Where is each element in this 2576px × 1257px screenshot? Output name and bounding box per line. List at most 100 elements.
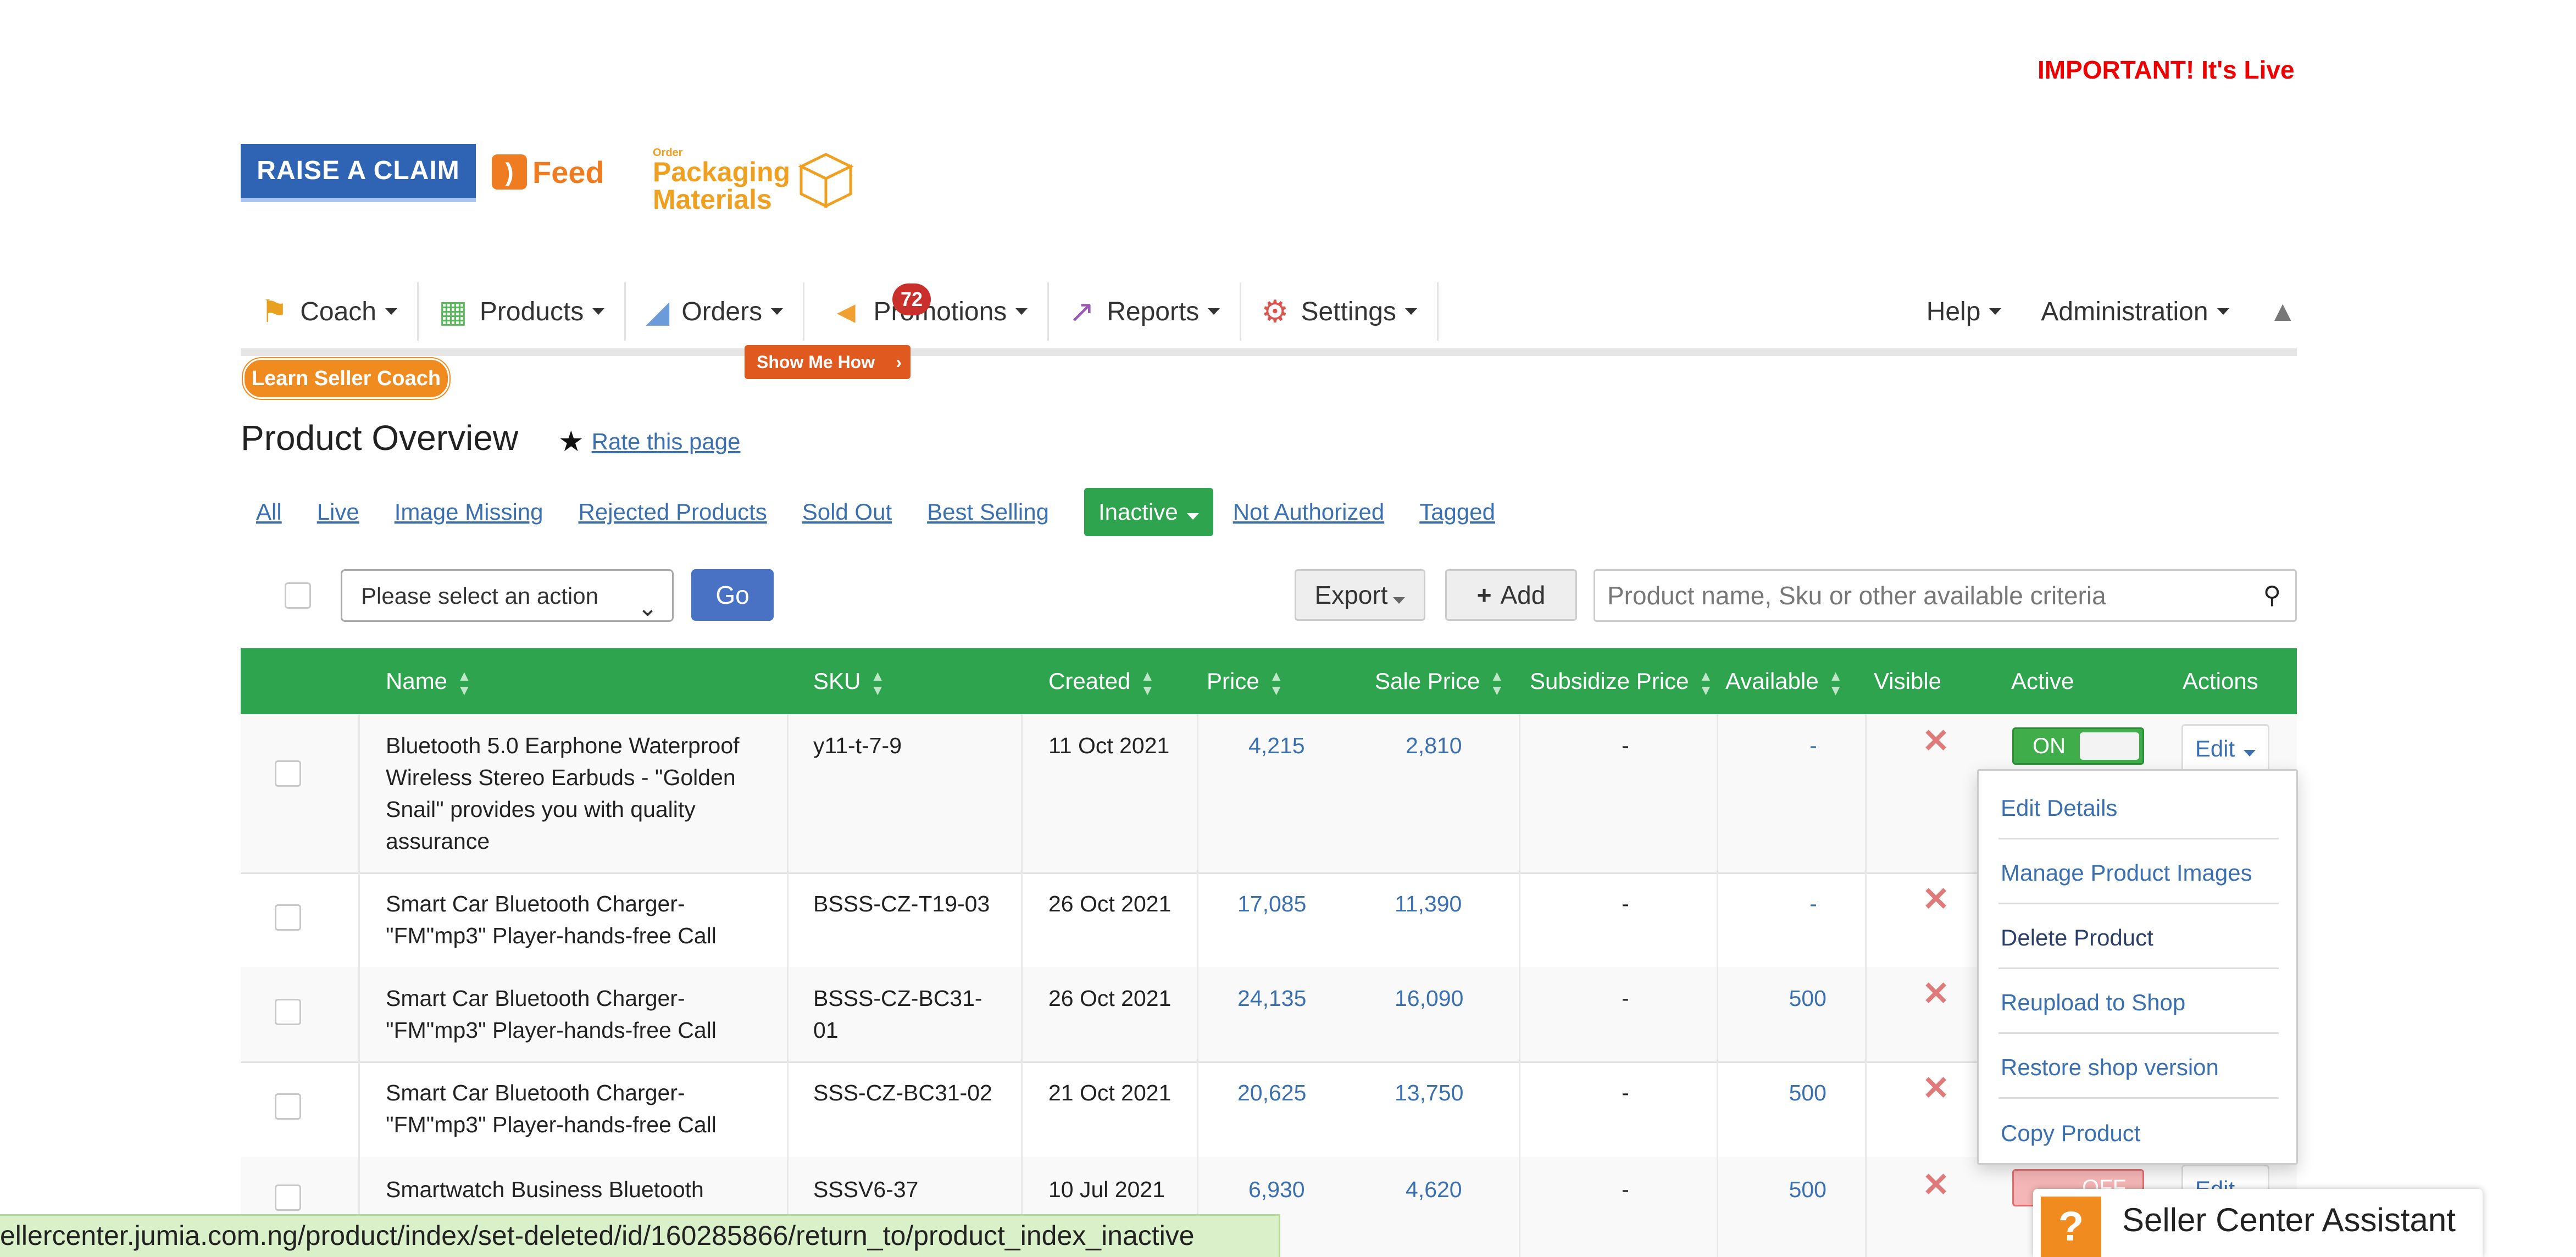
tag-icon: ◢	[646, 294, 670, 329]
available[interactable]: -	[1802, 730, 1824, 761]
main-nav: ⚑ Coach ▦ Products ◢ Orders ◄ Promotions…	[241, 282, 2297, 341]
row-checkbox[interactable]	[275, 999, 301, 1025]
col-created[interactable]: Created ▲ ▼	[1048, 648, 1154, 714]
rate-page[interactable]: ★ Rate this page	[558, 425, 740, 458]
sku-line: BSSS-CZ-BC31-	[813, 986, 982, 1011]
chevron-down-icon	[1186, 513, 1199, 520]
price[interactable]: 24,135	[1237, 982, 1306, 1014]
col-available[interactable]: Available ▲ ▼	[1725, 648, 1842, 714]
learn-seller-coach-button[interactable]: Learn Seller Coach	[243, 358, 449, 399]
bulk-action-select[interactable]: Please select an action ⌄	[341, 569, 674, 622]
sale-price[interactable]: 13,750	[1395, 1077, 1463, 1109]
filter-best-selling[interactable]: Best Selling	[927, 499, 1049, 525]
product-name[interactable]: Smart Car Bluetooth Charger- "FM"mp3" Pl…	[386, 982, 717, 1046]
sale-price[interactable]: 16,090	[1395, 982, 1463, 1014]
toggle-knob	[2080, 732, 2139, 760]
column-divider	[1197, 714, 1198, 1257]
filter-sold-out[interactable]: Sold Out	[802, 499, 892, 525]
add-label: Add	[1500, 581, 1546, 609]
nav-administration[interactable]: Administration	[2021, 282, 2249, 341]
filter-not-authorized[interactable]: Not Authorized	[1233, 499, 1385, 525]
select-all-checkbox[interactable]	[285, 582, 311, 609]
menu-divider	[1998, 967, 2279, 969]
show-me-how-button[interactable]: Show Me How ›	[745, 345, 911, 379]
nav-settings[interactable]: ⚙ Settings	[1241, 282, 1439, 341]
go-button[interactable]: Go	[691, 569, 774, 621]
feed-banner[interactable]: ) Feed	[492, 147, 604, 197]
name-line: "FM"mp3" Player-hands-free Call	[386, 923, 717, 948]
add-button[interactable]: + Add	[1445, 569, 1577, 621]
chevron-down-icon	[2217, 308, 2229, 315]
packaging-label-1: Packaging	[653, 157, 791, 187]
product-name[interactable]: Smart Car Bluetooth Charger- "FM"mp3" Pl…	[386, 888, 717, 952]
sale-price[interactable]: 2,810	[1406, 730, 1462, 761]
sort-icon: ▲ ▼	[1269, 667, 1284, 698]
menu-delete-product[interactable]: Delete Product	[2001, 925, 2153, 951]
export-button[interactable]: Export	[1295, 569, 1425, 621]
col-sku[interactable]: SKU ▲ ▼	[813, 648, 885, 714]
row-checkbox[interactable]	[275, 1184, 301, 1211]
price[interactable]: 4,215	[1248, 730, 1305, 761]
nav-coach[interactable]: ⚑ Coach	[241, 282, 419, 341]
price[interactable]: 6,930	[1248, 1173, 1305, 1205]
search-input[interactable]: Product name, Sku or other available cri…	[1594, 569, 2297, 622]
rate-page-link[interactable]: Rate this page	[592, 429, 741, 455]
link-status-bar: ellercenter.jumia.com.ng/product/index/s…	[0, 1214, 1280, 1257]
filter-image-missing[interactable]: Image Missing	[395, 499, 543, 525]
filter-tagged[interactable]: Tagged	[1419, 499, 1495, 525]
chart-icon: ↗	[1069, 294, 1095, 329]
available[interactable]: 500	[1783, 1077, 1826, 1109]
col-sale-price[interactable]: Sale Price ▲ ▼	[1375, 648, 1504, 714]
menu-restore-version[interactable]: Restore shop version	[2001, 1054, 2219, 1081]
chevron-down-icon	[385, 308, 397, 315]
row-checkbox[interactable]	[275, 760, 301, 787]
filter-live[interactable]: Live	[317, 499, 359, 525]
chevron-down-icon	[771, 308, 784, 315]
product-name[interactable]: Smart Car Bluetooth Charger- "FM"mp3" Pl…	[386, 1077, 717, 1141]
col-available-label: Available	[1725, 668, 1819, 694]
box-icon	[798, 153, 854, 209]
not-visible-icon: ✕	[1922, 1070, 1950, 1106]
subsidize-price: -	[1622, 891, 1629, 916]
raise-claim-banner[interactable]: RAISE A CLAIM	[241, 144, 476, 202]
row-checkbox[interactable]	[275, 1093, 301, 1120]
available[interactable]: 500	[1783, 982, 1826, 1014]
available[interactable]: 500	[1783, 1173, 1826, 1205]
packaging-materials-banner[interactable]: Order Packaging Materials	[653, 147, 856, 213]
price[interactable]: 20,625	[1237, 1077, 1306, 1109]
filter-all[interactable]: All	[256, 499, 282, 525]
menu-edit-details[interactable]: Edit Details	[2001, 795, 2117, 821]
search-icon[interactable]: ⚲	[2263, 571, 2281, 620]
menu-copy-product[interactable]: Copy Product	[2001, 1120, 2140, 1147]
menu-reupload[interactable]: Reupload to Shop	[2001, 989, 2185, 1016]
edit-button[interactable]: Edit	[2181, 724, 2269, 772]
sort-icon: ▲ ▼	[870, 667, 885, 698]
sale-price[interactable]: 4,620	[1406, 1173, 1462, 1205]
user-alert-icon[interactable]: ▲	[2249, 282, 2297, 341]
sale-price[interactable]: 11,390	[1395, 888, 1462, 920]
nav-reports[interactable]: ↗ Reports	[1049, 282, 1242, 341]
col-price[interactable]: Price ▲ ▼	[1207, 648, 1283, 714]
price[interactable]: 17,085	[1237, 888, 1306, 920]
product-name[interactable]: Smartwatch Business Bluetooth	[386, 1173, 704, 1205]
available[interactable]: -	[1802, 888, 1824, 920]
name-line: Smart Car Bluetooth Charger-	[386, 891, 685, 916]
row-checkbox[interactable]	[275, 904, 301, 931]
nav-products[interactable]: ▦ Products	[419, 282, 626, 341]
col-name[interactable]: Name ▲ ▼	[386, 648, 471, 714]
nav-help[interactable]: Help	[1907, 282, 2022, 341]
chevron-down-icon	[1404, 308, 1417, 315]
gear-icon: ⚙	[1261, 294, 1289, 329]
active-toggle[interactable]: ON	[2012, 727, 2144, 765]
menu-manage-images[interactable]: Manage Product Images	[2001, 860, 2252, 886]
product-name[interactable]: Bluetooth 5.0 Earphone Waterproof Wirele…	[386, 730, 740, 857]
name-line: Snail" provides you with quality	[386, 797, 696, 822]
created-date: 10 Jul 2021	[1048, 1177, 1165, 1202]
nav-orders[interactable]: ◢ Orders	[626, 282, 805, 341]
filter-rejected[interactable]: Rejected Products	[579, 499, 767, 525]
filter-inactive[interactable]: Inactive	[1084, 488, 1213, 536]
feed-label: Feed	[532, 154, 604, 190]
col-subsidize-price[interactable]: Subsidize Price ▲ ▼	[1530, 648, 1713, 714]
seller-center-assistant[interactable]: ? Seller Center Assistant	[2033, 1189, 2483, 1257]
toggle-label: ON	[2033, 734, 2066, 758]
